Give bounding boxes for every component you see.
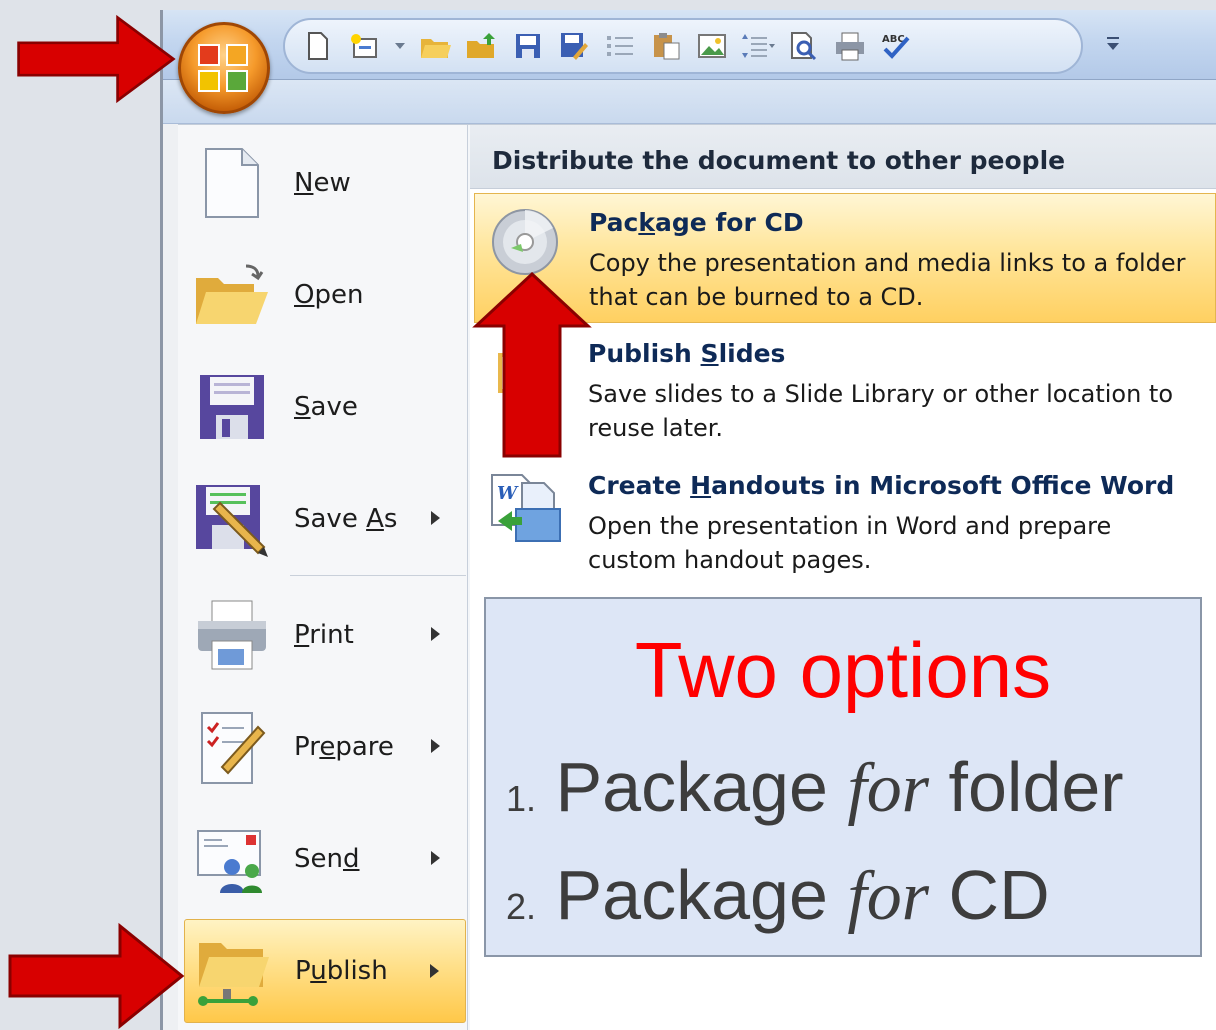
printer-icon [192,595,272,675]
menu-separator [290,575,466,576]
customize-qat-dropdown[interactable] [1101,32,1125,62]
item-description: Open the presentation in Word and prepar… [588,512,1112,574]
callout-option-1: 1. Package for folder [506,748,1124,827]
prepare-document-icon [192,707,272,787]
save-icon[interactable] [511,29,545,63]
menu-item-label: Send [294,844,360,874]
office-menu-commands: New Open Save Save As Print Prepare Send… [178,125,468,1030]
ribbon-strip [163,80,1216,124]
folder-up-icon[interactable] [465,29,499,63]
item-description: Copy the presentation and media links to… [589,249,1186,311]
menu-item-send[interactable]: Send [184,807,466,911]
menu-item-save-as[interactable]: Save As [184,467,466,571]
paste-icon[interactable] [649,29,683,63]
new-slide-icon[interactable] [347,29,381,63]
save-disk-icon [192,367,272,447]
create-handouts-item[interactable]: W Create Handouts in Microsoft Office Wo… [474,457,1216,587]
new-doc-icon[interactable] [301,29,335,63]
picture-icon[interactable] [695,29,729,63]
send-icon [192,819,272,899]
menu-item-prepare[interactable]: Prepare [184,695,466,799]
office-logo-icon [198,44,248,92]
red-arrow-package-for-cd [472,271,592,458]
svg-text:W: W [497,483,519,504]
menu-item-label: Print [294,620,354,650]
item-description: Save slides to a Slide Library or other … [588,380,1174,442]
red-arrow-publish [8,922,185,1030]
submenu-arrow-icon [431,739,440,753]
open-folder-icon [192,255,272,335]
submenu-header: Distribute the document to other people [470,125,1216,189]
spelling-icon[interactable]: ABC [879,29,913,63]
save-as-icon [192,479,272,559]
menu-item-label: Save [294,392,358,422]
menu-item-label: Save As [294,504,398,534]
menu-item-label: Publish [295,956,388,986]
open-folder-icon[interactable] [419,29,453,63]
new-slide-dropdown-icon[interactable] [393,29,407,63]
menu-item-label: Prepare [294,732,394,762]
menu-item-save[interactable]: Save [184,355,466,459]
item-title: Package for CD [589,208,804,237]
menu-item-open[interactable]: Open [184,243,466,347]
submenu-arrow-icon [431,627,440,641]
line-spacing-icon[interactable] [741,29,775,63]
bullets-icon[interactable] [603,29,637,63]
callout-title: Two options [634,626,1052,714]
callout-option-2: 2. Package for CD [506,856,1050,935]
publish-folder-icon [193,931,273,1011]
quick-access-toolbar: ABC [283,18,1083,74]
red-arrow-office-button [17,14,176,104]
submenu-arrow-icon [431,851,440,865]
item-title: Publish Slides [588,339,786,368]
menu-item-label: New [294,168,351,198]
submenu-arrow-icon [431,511,440,525]
item-title: Create Handouts in Microsoft Office Word [588,471,1175,500]
menu-item-print[interactable]: Print [184,583,466,687]
options-callout: Two options 1. Package for folder 2. Pac… [484,597,1202,957]
new-document-icon [192,143,272,223]
menu-item-label: Open [294,280,364,310]
menu-item-publish[interactable]: Publish [184,919,466,1023]
cd-icon [489,206,561,278]
save-as-icon[interactable] [557,29,591,63]
word-handouts-icon: W [488,469,561,542]
title-bar: ABC [163,10,1216,80]
office-button[interactable] [178,22,270,114]
print-icon[interactable] [833,29,867,63]
submenu-arrow-icon [430,964,439,978]
print-preview-icon[interactable] [787,29,821,63]
menu-item-new[interactable]: New [184,131,466,235]
